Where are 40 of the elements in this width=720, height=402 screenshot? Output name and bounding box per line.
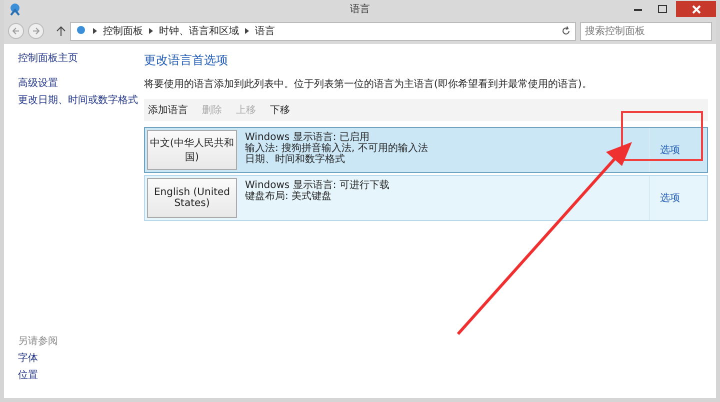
page-heading: 更改语言首选项 — [144, 52, 229, 69]
maximize-icon — [658, 5, 666, 13]
window-title: 语言 — [349, 2, 371, 16]
control-panel-icon — [8, 2, 22, 16]
sidebar-link[interactable]: 更改日期、时间或数字格式 — [18, 94, 138, 107]
forward-arrow-icon — [32, 27, 40, 35]
close-button[interactable] — [676, 1, 716, 17]
breadcrumb[interactable]: 控制面板 — [103, 24, 143, 38]
language-detail: 日期、时间和数字格式 — [245, 154, 346, 165]
language-detail: Windows 显示语言: 已启用 — [245, 132, 370, 143]
control-panel-icon — [75, 25, 87, 37]
chevron-icon — [93, 28, 97, 34]
toolbar-button[interactable]: 下移 — [270, 103, 290, 117]
options-link[interactable]: 选项 — [660, 191, 680, 205]
toolbar-button[interactable]: 添加语言 — [148, 103, 188, 117]
back-arrow-icon — [12, 27, 20, 35]
chevron-icon — [245, 28, 249, 34]
search-field[interactable]: 搜索控制面板 — [580, 22, 712, 40]
see-also-link[interactable]: 字体 — [18, 352, 38, 365]
see-also-link[interactable]: 位置 — [18, 369, 38, 382]
language-button[interactable]: English (United States) — [147, 178, 237, 218]
see-also-heading: 另请参阅 — [18, 334, 58, 348]
up-arrow-icon[interactable] — [56, 26, 66, 36]
breadcrumb[interactable]: 时钟、语言和区域 — [159, 24, 239, 38]
language-detail: 键盘布局: 美式键盘 — [245, 191, 333, 202]
address-bar[interactable]: 控制面板 时钟、语言和区域 语言 — [70, 22, 576, 40]
options-link[interactable]: 选项 — [660, 143, 680, 157]
close-icon — [692, 4, 700, 14]
description-text: 将要使用的语言添加到此列表中。位于列表第一位的语言为主语言(即你希望看到并最常使用的语言)。 — [144, 78, 593, 91]
language-row[interactable]: English (United States) Windows 显示语言: 可进行下载 键盘布局: 美式键盘 选项 — [144, 175, 708, 221]
minimize-icon — [634, 8, 642, 10]
refresh-icon[interactable] — [561, 26, 571, 36]
chevron-icon — [149, 28, 153, 34]
language-detail: Windows 显示语言: 可进行下载 — [245, 180, 390, 191]
breadcrumb[interactable]: 语言 — [255, 24, 275, 38]
language-button[interactable]: 中文(中华人民共和国) — [147, 130, 237, 170]
language-detail: 输入法: 搜狗拼音输入法, 不可用的输入法 — [245, 143, 429, 154]
sidebar-link[interactable]: 高级设置 — [18, 77, 58, 90]
sidebar-link[interactable]: 控制面板主页 — [18, 52, 78, 65]
language-row[interactable]: 中文(中华人民共和国) Windows 显示语言: 已启用 输入法: 搜狗拼音输入法, 不可用的输入法 日期、时间和数字格式 选项 — [144, 127, 708, 173]
